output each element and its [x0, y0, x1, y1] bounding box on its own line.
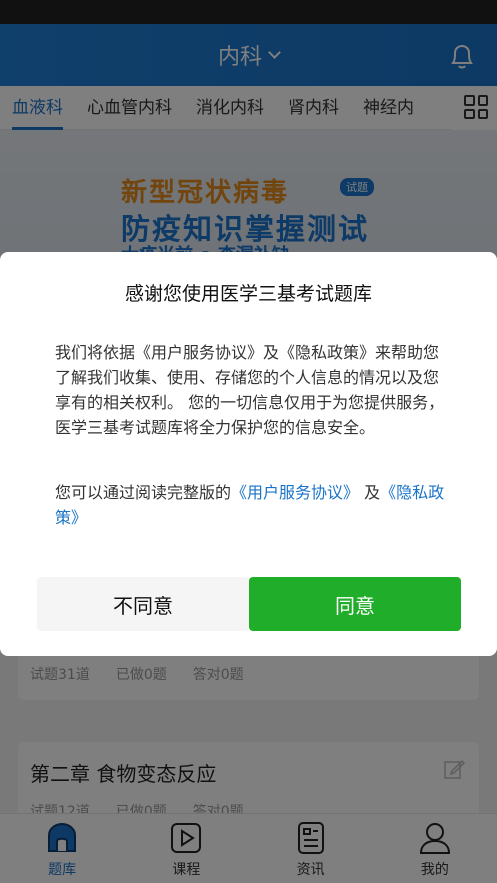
privacy-dialog: 感谢您使用医学三基考试题库 我们将依据《用户服务协议》及《隐私政策》来帮助您了解…: [0, 252, 497, 656]
agree-button[interactable]: 同意: [249, 577, 461, 631]
user-agreement-link[interactable]: 《用户服务协议》: [231, 483, 359, 502]
dialog-title: 感谢您使用医学三基考试题库: [124, 283, 372, 305]
links-and: 及: [359, 483, 381, 502]
dialog-links: 您可以通过阅读完整版的《用户服务协议》 及《隐私政策》: [55, 480, 445, 530]
disagree-button[interactable]: 不同意: [37, 577, 249, 631]
links-prefix: 您可以通过阅读完整版的: [55, 483, 232, 502]
dialog-body: 我们将依据《用户服务协议》及《隐私政策》来帮助您了解我们收集、使用、存储您的个人…: [55, 343, 445, 437]
